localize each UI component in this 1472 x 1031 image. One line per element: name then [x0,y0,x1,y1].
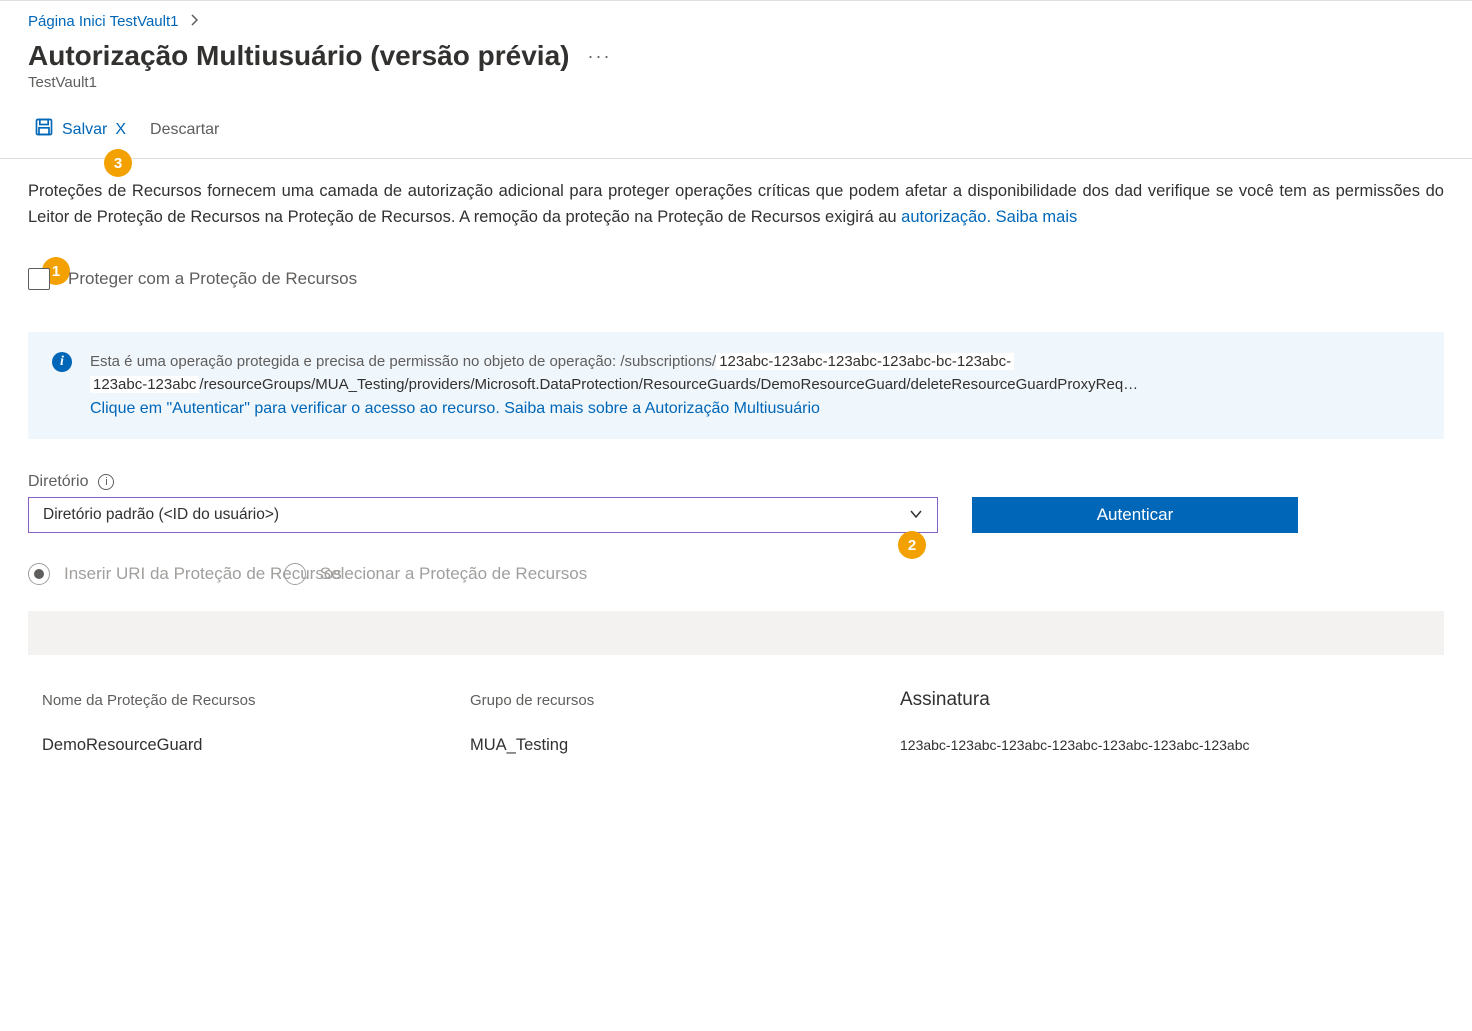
protect-checkbox-label: Proteger com a Proteção de Recursos [68,269,357,289]
page-title: Autorização Multiusuário (versão prévia) [28,40,569,72]
resource-guard-table: Nome da Proteção de Recursos Grupo de re… [28,611,1444,765]
directory-label: Diretório [28,473,88,491]
discard-button[interactable]: Descartar [140,117,229,143]
info-icon: i [52,352,72,372]
toolbar: Salvar X Descartar 3 [0,105,1472,159]
cell-rg: MUA_Testing [470,736,900,755]
save-button[interactable]: Salvar X [28,113,132,146]
save-label: Salvar [62,121,107,139]
radio-select-guard-label: Selecionar a Proteção de Recursos [320,564,587,584]
page-subtitle: TestVault1 [0,74,1472,105]
protect-checkbox[interactable] [28,268,50,290]
col-header-name[interactable]: Nome da Proteção de Recursos [42,692,470,709]
description-text: Proteções de Recursos fornecem uma camad… [28,179,1444,230]
radio-enter-uri[interactable] [28,563,50,585]
breadcrumb-current[interactable]: TestVault1 [110,13,179,30]
info-authenticate-link[interactable]: Clique em "Autenticar" para verificar o … [90,400,504,417]
breadcrumb: Página Inici TestVault1 [0,1,1472,34]
col-header-sub[interactable]: Assinatura [900,689,1430,711]
callout-badge-2: 2 [898,531,926,559]
directory-select-value: Diretório padrão (<ID do usuário>) [43,506,279,524]
resource-guard-mode-radios: Inserir URI da Proteção de Recursos Sele… [28,563,1444,585]
cell-name: DemoResourceGuard [42,736,470,755]
learn-more-link[interactable]: autorização. Saiba mais [901,208,1077,226]
chevron-right-icon [189,13,201,30]
col-header-rg[interactable]: Grupo de recursos [470,692,900,709]
chevron-down-icon [909,507,923,524]
info-subscription-id-2: 123abc-123abc [90,376,199,393]
help-icon[interactable]: i [98,474,114,490]
info-text-intro: Esta é uma operação protegida e precisa … [90,353,716,370]
more-actions-button[interactable]: ··· [587,46,611,67]
directory-select[interactable]: Diretório padrão (<ID do usuário>) [28,497,938,533]
info-resource-path: /resourceGroups/MUA_Testing/providers/Mi… [199,376,1138,393]
table-row[interactable]: DemoResourceGuard MUA_Testing 123abc-123… [28,725,1444,765]
breadcrumb-home[interactable]: Página Inici [28,13,106,30]
save-x-label: X [115,121,126,139]
info-learn-more-link[interactable]: Saiba mais sobre a Autorização Multiusuá… [504,400,820,417]
cell-sub: 123abc-123abc-123abc-123abc-123abc-123ab… [900,737,1430,753]
authenticate-button[interactable]: Autenticar [972,497,1298,533]
info-box: i Esta é uma operação protegida e precis… [28,332,1444,439]
save-icon [34,117,54,142]
info-subscription-id-1: 123abc-123abc-123abc-123abc-bc-123abc- [716,353,1014,370]
